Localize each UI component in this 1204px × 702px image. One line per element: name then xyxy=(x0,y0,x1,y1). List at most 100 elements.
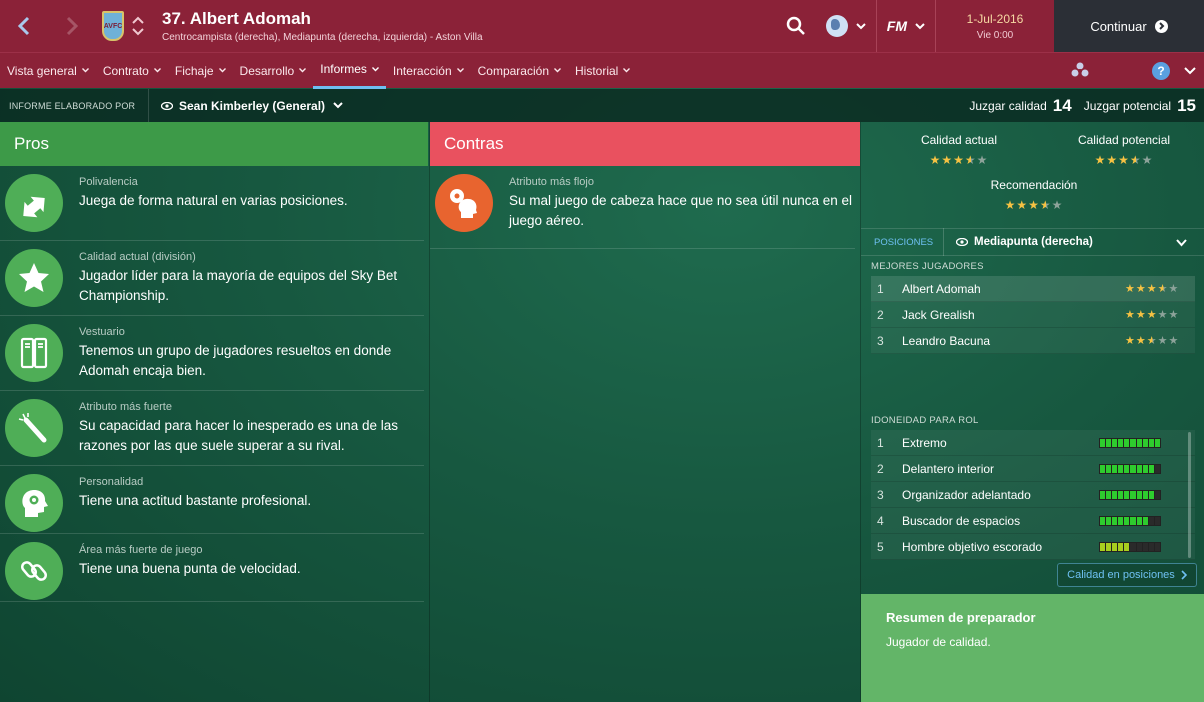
chevron-down-icon xyxy=(81,68,89,73)
continue-button[interactable]: Continuar xyxy=(1054,0,1204,52)
star-icon: ★ xyxy=(1146,283,1158,295)
star-icon: ★ xyxy=(1125,309,1136,321)
forward-arrow-icon xyxy=(66,16,79,36)
club-badge[interactable]: AVFC xyxy=(102,11,124,41)
recommendation: Recomendación ★★★★★ xyxy=(977,178,1091,212)
back-button[interactable] xyxy=(0,0,48,52)
best-player-row[interactable]: 2 Jack Grealish ★★★★★ xyxy=(871,302,1195,328)
forward-button[interactable] xyxy=(48,0,96,52)
chevron-down-icon xyxy=(218,68,226,73)
meter-segment xyxy=(1112,542,1118,551)
meter-segment xyxy=(1136,490,1142,499)
item-text: Juega de forma natural en varias posicio… xyxy=(79,193,348,208)
star-icon: ★ xyxy=(1157,335,1169,347)
star-icon: ★ xyxy=(964,153,977,167)
tab-overview[interactable]: Vista general xyxy=(0,53,96,89)
meter-segment xyxy=(1142,490,1148,499)
chevron-down-icon[interactable] xyxy=(1176,239,1187,247)
meter-segment xyxy=(1148,542,1154,551)
potential-quality-label: Calidad potencial xyxy=(1077,133,1171,147)
chevron-down-icon[interactable] xyxy=(132,28,144,36)
pros-item: Personalidad Tiene una actitud bastante … xyxy=(0,466,424,534)
tab-label: Vista general xyxy=(7,63,77,78)
star-icon: ★ xyxy=(1168,309,1180,321)
chevron-down-icon xyxy=(856,22,866,29)
selected-position-label: Mediapunta (derecha) xyxy=(974,236,1093,248)
tab-contract[interactable]: Contrato xyxy=(96,53,168,89)
best-player-row[interactable]: 3 Leandro Bacuna ★★★★★ xyxy=(871,328,1195,354)
best-players-label: MEJORES JUGADORES xyxy=(871,261,984,272)
pros-panel: Pros Polivalencia Juega de forma natural… xyxy=(0,122,428,702)
star-icon: ★ xyxy=(1039,198,1052,212)
staff-cog-icon[interactable] xyxy=(1070,61,1090,81)
tab-reports[interactable]: Informes xyxy=(313,53,386,89)
scrollbar[interactable] xyxy=(1188,432,1191,558)
help-button[interactable]: ? xyxy=(1152,62,1170,80)
row-rank: 5 xyxy=(877,539,884,554)
player-positions: Centrocampista (derecha), Mediapunta (de… xyxy=(162,32,483,43)
meter-segment xyxy=(1124,516,1130,525)
positions-selector[interactable]: POSICIONES Mediapunta (derecha) xyxy=(861,228,1204,256)
chevron-up-icon[interactable] xyxy=(132,16,144,24)
row-rank: 1 xyxy=(877,281,884,296)
star-icon: ★ xyxy=(1118,153,1130,167)
tab-interaction[interactable]: Interacción xyxy=(386,53,471,89)
world-menu-button[interactable] xyxy=(816,0,876,52)
best-player-row[interactable]: 1 Albert Adomah ★★★★★ xyxy=(871,276,1195,302)
player-switcher[interactable] xyxy=(132,16,144,36)
star-icon: ★ xyxy=(976,153,989,167)
meter-segment xyxy=(1106,490,1112,499)
role-row[interactable]: 5 Hombre objetivo escorado xyxy=(871,534,1195,560)
role-row[interactable]: 4 Buscador de espacios xyxy=(871,508,1195,534)
player-stars: ★★★★★ xyxy=(1125,334,1195,347)
pros-item: Atributo más fuerte Su capacidad para ha… xyxy=(0,391,424,466)
player-name: 37. Albert Adomah xyxy=(162,9,311,28)
star-icon: ★ xyxy=(1157,283,1169,295)
current-date: 1-Jul-2016 xyxy=(966,11,1024,26)
quality-in-positions-button[interactable]: Calidad en posiciones xyxy=(1057,563,1197,587)
tab-history[interactable]: Historial xyxy=(568,53,637,89)
back-arrow-icon xyxy=(17,16,30,36)
pros-title: Pros xyxy=(0,122,428,166)
tab-comparison[interactable]: Comparación xyxy=(471,53,568,89)
star-icon: ★ xyxy=(1135,309,1147,321)
arrows-icon xyxy=(5,174,63,232)
role-row[interactable]: 1 Extremo xyxy=(871,430,1195,456)
meter-segment xyxy=(1154,438,1160,447)
role-row[interactable]: 3 Organizador adelantado xyxy=(871,482,1195,508)
role-name: Delantero interior xyxy=(902,461,995,476)
item-text: Tiene una buena punta de velocidad. xyxy=(79,561,301,576)
star-icon: ★ xyxy=(1125,335,1136,347)
chevron-down-icon[interactable] xyxy=(1184,67,1196,75)
tab-transfer[interactable]: Fichaje xyxy=(168,53,233,89)
item-label: Calidad actual (división) xyxy=(79,251,196,263)
tab-label: Contrato xyxy=(102,63,149,78)
date-display[interactable]: 1-Jul-2016 Vie 0:00 xyxy=(936,0,1054,52)
star-icon: ★ xyxy=(1028,198,1040,212)
best-players-list: 1 Albert Adomah ★★★★★ 2 Jack Grealish ★★… xyxy=(871,276,1195,354)
tab-label: Informes xyxy=(320,62,367,76)
search-button[interactable] xyxy=(776,0,816,52)
scout-selector[interactable]: Sean Kimberley (General) xyxy=(149,99,343,113)
head-icon xyxy=(5,474,63,532)
meter-segment xyxy=(1106,542,1112,551)
contras-panel: Contras Atributo más flojo Su mal juego … xyxy=(429,122,860,702)
item-label: Vestuario xyxy=(79,326,125,338)
meter-segment xyxy=(1118,464,1124,473)
tab-development[interactable]: Desarrollo xyxy=(233,53,314,89)
pros-item: Área más fuerte de juego Tiene una buena… xyxy=(0,534,424,602)
firework-icon xyxy=(5,399,63,457)
meter-segment xyxy=(1100,516,1106,525)
star-icon: ★ xyxy=(1168,335,1180,347)
item-label: Área más fuerte de juego xyxy=(79,544,203,556)
fm-menu-button[interactable]: FM xyxy=(877,0,935,52)
chevron-right-icon xyxy=(1181,570,1187,580)
role-row[interactable]: 2 Delantero interior xyxy=(871,456,1195,482)
meter-segment xyxy=(1124,490,1130,499)
selected-position: Mediapunta (derecha) xyxy=(944,236,1093,248)
meter-segment xyxy=(1118,516,1124,525)
fm-logo: FM xyxy=(886,18,907,34)
suitability-meter xyxy=(1099,437,1161,448)
meter-segment xyxy=(1118,490,1124,499)
meter-segment xyxy=(1130,542,1136,551)
